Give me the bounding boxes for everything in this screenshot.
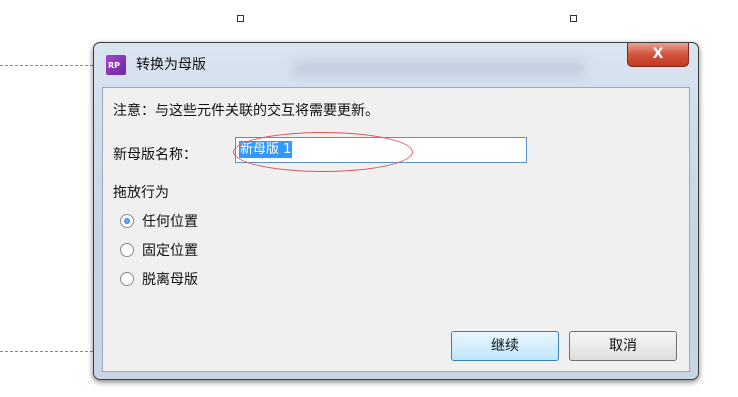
radio-option-anywhere[interactable]: 任何位置 [120,211,198,231]
cancel-button[interactable]: 取消 [569,331,677,361]
app-icon-text: RP [108,61,121,70]
radio-button-checked[interactable] [120,214,134,228]
radio-button[interactable] [120,243,134,257]
radio-button[interactable] [120,272,134,286]
guide-line-bottom [0,351,93,352]
close-icon: X [652,46,664,62]
guide-line-top [0,65,93,66]
master-name-value: 新母版 1 [239,141,293,158]
master-name-input[interactable]: 新母版 1 [235,137,527,163]
master-name-label: 新母版名称： [113,147,197,163]
radio-label: 固定位置 [142,243,198,259]
dialog-body: 注意：与这些元件关联的交互将需要更新。 新母版名称： 新母版 1 拖放行为 任何… [102,87,690,372]
radio-label: 任何位置 [142,214,198,230]
title-bar-blur [294,61,584,77]
title-bar[interactable]: RP 转换为母版 X [94,43,698,85]
radio-label: 脱离母版 [142,272,198,288]
update-note: 注意：与这些元件关联的交互将需要更新。 [113,103,379,119]
dialog-title: 转换为母版 [136,57,206,73]
convert-to-master-dialog: RP 转换为母版 X 注意：与这些元件关联的交互将需要更新。 新母版名称： 新母… [93,42,699,380]
selection-handle-left[interactable] [237,15,244,22]
radio-option-detach[interactable]: 脱离母版 [120,269,198,289]
axure-rp-icon: RP [106,55,126,75]
close-button[interactable]: X [627,43,689,67]
continue-button[interactable]: 继续 [451,331,559,361]
radio-option-fixed[interactable]: 固定位置 [120,240,198,260]
drop-behavior-label: 拖放行为 [113,185,169,201]
selection-handle-right[interactable] [570,15,577,22]
